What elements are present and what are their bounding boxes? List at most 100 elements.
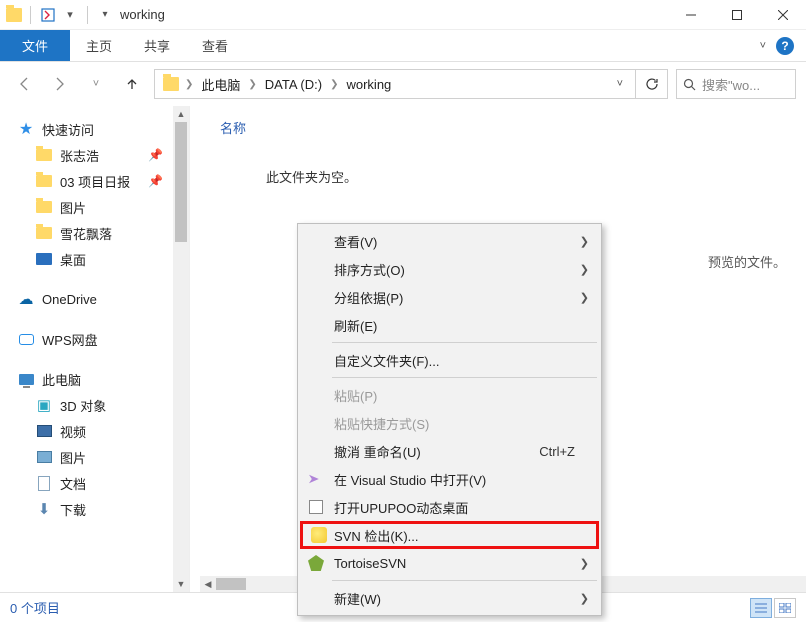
- item-count: 0 个项目: [10, 598, 60, 617]
- folder-icon: [36, 149, 52, 161]
- sidebar-pc-item[interactable]: 图片: [0, 444, 173, 470]
- cm-paste-shortcut: 粘贴快捷方式(S): [300, 409, 599, 437]
- sidebar-wps[interactable]: WPS网盘: [0, 326, 173, 352]
- breadcrumb-seg-folder[interactable]: working: [340, 77, 397, 92]
- cm-customize[interactable]: 自定义文件夹(F)...: [300, 346, 599, 374]
- folder-icon: [36, 175, 52, 187]
- sidebar-quick-item[interactable]: 张志浩📌: [0, 142, 173, 168]
- scroll-thumb[interactable]: [216, 578, 246, 590]
- sidebar-pc-item[interactable]: 文档: [0, 470, 173, 496]
- chevron-right-icon: ❯: [580, 291, 589, 304]
- tab-home[interactable]: 主页: [70, 30, 128, 61]
- sidebar-quick-item[interactable]: 03 项目日报📌: [0, 168, 173, 194]
- cm-group[interactable]: 分组依据(P)❯: [300, 283, 599, 311]
- breadcrumb[interactable]: ❯ 此电脑 ❯ DATA (D:) ❯ working ˅: [154, 69, 636, 99]
- tab-share[interactable]: 共享: [128, 30, 186, 61]
- tortoisesvn-icon: [306, 553, 326, 573]
- svn-icon: [309, 525, 329, 545]
- cm-svn-checkout[interactable]: SVN 检出(K)...: [300, 521, 599, 549]
- shortcut-label: Ctrl+Z: [539, 444, 575, 459]
- sidebar-pc-item[interactable]: ▣3D 对象: [0, 392, 173, 418]
- sidebar-scrollbar[interactable]: ▲ ▼: [173, 106, 189, 592]
- cm-tortoise-svn[interactable]: TortoiseSVN❯: [300, 549, 599, 577]
- properties-icon[interactable]: [39, 6, 57, 24]
- search-input[interactable]: 搜索"wo...: [676, 69, 796, 99]
- video-icon: [36, 423, 52, 439]
- nav-forward-button[interactable]: [46, 70, 74, 98]
- preview-hint: 预览的文件。: [708, 252, 786, 271]
- sidebar-pc-item[interactable]: 视频: [0, 418, 173, 444]
- nav-up-button[interactable]: [118, 70, 146, 98]
- maximize-button[interactable]: [714, 0, 760, 30]
- cm-open-upupoo[interactable]: 打开UPUPOO动态桌面: [300, 493, 599, 521]
- tab-view[interactable]: 查看: [186, 30, 244, 61]
- search-icon: [683, 78, 696, 91]
- minimize-button[interactable]: [668, 0, 714, 30]
- cm-new[interactable]: 新建(W)❯: [300, 584, 599, 612]
- column-header-name[interactable]: 名称: [190, 106, 806, 145]
- sidebar-onedrive[interactable]: ☁OneDrive: [0, 286, 173, 312]
- empty-folder-message: 此文件夹为空。: [190, 145, 806, 186]
- qat-overflow-icon[interactable]: ▾: [96, 6, 114, 24]
- sidebar-quick-item[interactable]: 桌面: [0, 246, 173, 272]
- sidebar-quick-access[interactable]: ★ 快速访问: [0, 116, 173, 142]
- view-icons-button[interactable]: [774, 598, 796, 618]
- cm-refresh[interactable]: 刷新(E): [300, 311, 599, 339]
- cm-paste: 粘贴(P): [300, 381, 599, 409]
- cm-undo-rename[interactable]: 撤消 重命名(U)Ctrl+Z: [300, 437, 599, 465]
- breadcrumb-folder-icon: [163, 77, 179, 91]
- close-button[interactable]: [760, 0, 806, 30]
- scroll-left-icon[interactable]: ◀: [200, 579, 216, 590]
- chevron-right-icon: ❯: [580, 263, 589, 276]
- nav-tree: ★ 快速访问 张志浩📌 03 项目日报📌 图片 雪花飘落 桌面 ☁OneDriv…: [0, 106, 173, 592]
- scroll-up-icon[interactable]: ▲: [173, 106, 189, 122]
- sidebar-quick-item[interactable]: 雪花飘落: [0, 220, 173, 246]
- help-icon[interactable]: ?: [776, 37, 794, 55]
- view-details-button[interactable]: [750, 598, 772, 618]
- wps-icon: [18, 331, 34, 347]
- cm-view[interactable]: 查看(V)❯: [300, 227, 599, 255]
- sidebar-label: 快速访问: [42, 120, 94, 139]
- chevron-right-icon[interactable]: ❯: [185, 79, 193, 90]
- sidebar-quick-item[interactable]: 图片: [0, 194, 173, 220]
- context-menu: 查看(V)❯ 排序方式(O)❯ 分组依据(P)❯ 刷新(E) 自定义文件夹(F)…: [297, 223, 602, 616]
- cube-icon: ▣: [36, 397, 52, 413]
- navbar: ˅ ❯ 此电脑 ❯ DATA (D:) ❯ working ˅ 搜索"wo...: [0, 62, 806, 106]
- tab-file[interactable]: 文件: [0, 30, 70, 61]
- cloud-icon: ☁: [18, 291, 34, 307]
- desktop-icon: [36, 253, 52, 265]
- document-icon: [36, 475, 52, 491]
- chevron-right-icon[interactable]: ❯: [330, 79, 338, 90]
- upupoo-icon: [306, 497, 326, 517]
- qat-dropdown-icon[interactable]: ▾: [61, 6, 79, 24]
- scroll-down-icon[interactable]: ▼: [173, 576, 189, 592]
- picture-icon: [36, 449, 52, 465]
- nav-back-button[interactable]: [10, 70, 38, 98]
- cm-open-vs[interactable]: 在 Visual Studio 中打开(V): [300, 465, 599, 493]
- chevron-right-icon[interactable]: ❯: [248, 79, 256, 90]
- breadcrumb-dropdown-icon[interactable]: ˅: [609, 78, 631, 90]
- window-title: working: [114, 7, 165, 22]
- folder-icon: [36, 227, 52, 239]
- scroll-thumb[interactable]: [175, 122, 187, 242]
- menu-separator: [332, 342, 597, 343]
- nav-history-dropdown[interactable]: ˅: [82, 70, 110, 98]
- breadcrumb-seg-drive[interactable]: DATA (D:): [259, 77, 328, 92]
- folder-icon: [36, 201, 52, 213]
- chevron-right-icon: ❯: [580, 235, 589, 248]
- download-icon: ⬇: [36, 501, 52, 517]
- pc-icon: [18, 371, 34, 387]
- pin-icon: 📌: [148, 148, 163, 162]
- cm-sort[interactable]: 排序方式(O)❯: [300, 255, 599, 283]
- ribbon-collapse-icon[interactable]: ˅: [760, 40, 766, 52]
- breadcrumb-seg-pc[interactable]: 此电脑: [195, 75, 246, 94]
- menu-separator: [332, 377, 597, 378]
- chevron-right-icon: ❯: [580, 592, 589, 605]
- search-placeholder: 搜索"wo...: [702, 75, 760, 94]
- sidebar-this-pc[interactable]: 此电脑: [0, 366, 173, 392]
- refresh-button[interactable]: [636, 69, 668, 99]
- visual-studio-icon: [306, 469, 326, 489]
- titlebar: ▾ ▾ working: [0, 0, 806, 30]
- sidebar-pc-item[interactable]: ⬇下载: [0, 496, 173, 522]
- star-icon: ★: [18, 121, 34, 137]
